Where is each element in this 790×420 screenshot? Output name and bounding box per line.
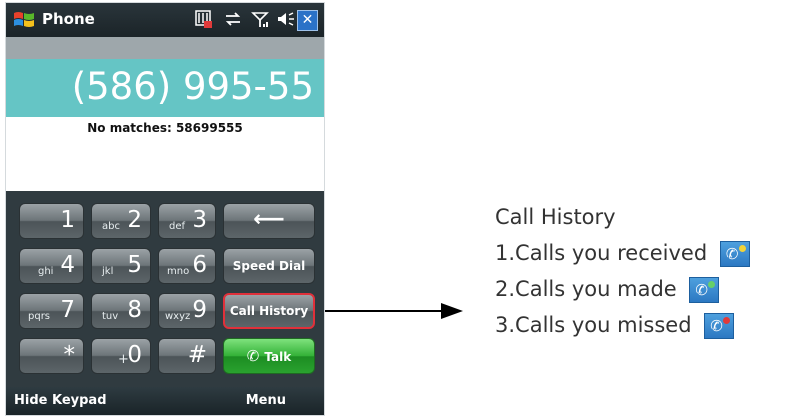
legend-item-missed: 3.Calls you missed ✆ [495,310,750,346]
number-panel: (586) 995-55 [6,59,324,117]
windows-start-icon[interactable] [12,8,36,32]
hide-keypad-softkey[interactable]: Hide Keypad [14,393,107,408]
app-title: Phone [42,10,95,28]
call-history-legend: Call History 1.Calls you received ✆ 2.Ca… [495,202,750,346]
legend-item-label: 1.Calls you received [495,241,708,265]
legend-item-made: 2.Calls you made ✆ [495,274,750,310]
talk-button[interactable]: ✆ Talk [223,338,315,374]
callout-arrow-head [441,303,463,319]
key-star[interactable]: * [19,338,84,374]
key-4[interactable]: ghi 4 [19,248,84,284]
key-hash[interactable]: # [158,338,216,374]
menu-softkey[interactable]: Menu [246,393,286,408]
missed-call-icon: ✆ [704,313,735,339]
phone-handset-icon: ✆ [246,347,260,365]
received-call-icon: ✆ [719,241,750,267]
sync-arrows-icon[interactable] [222,9,244,31]
made-call-icon: ✆ [689,277,720,303]
legend-item-label: 3.Calls you missed [495,313,692,337]
title-bar: Phone ✕ [6,3,324,37]
legend-item-label: 2.Calls you made [495,277,677,301]
matches-text: No matches: 58699555 [87,121,243,135]
key-5[interactable]: jkl 5 [91,248,151,284]
key-6[interactable]: mno 6 [158,248,216,284]
key-9[interactable]: wxyz 9 [158,293,216,329]
speed-dial-button[interactable]: Speed Dial [223,248,315,284]
dialed-number: (586) 995-55 [71,65,314,108]
legend-item-received: 1.Calls you received ✆ [495,238,750,274]
key-0[interactable]: + 0 [91,338,151,374]
softkey-bar: Hide Keypad Menu [6,387,324,415]
speaker-icon[interactable] [274,9,296,31]
key-2[interactable]: abc 2 [91,203,151,239]
call-history-button[interactable]: Call History [223,293,315,329]
key-7[interactable]: pqrs 7 [19,293,84,329]
signal-icon[interactable] [249,9,271,31]
key-3[interactable]: def 3 [158,203,216,239]
callout-arrow-line [325,310,443,312]
sim-icon[interactable] [193,9,215,31]
legend-heading: Call History [495,205,616,229]
talk-label: Talk [264,350,292,364]
phone-screen: Phone ✕ (586) 995-55 No matches: 5869955… [5,2,325,416]
key-8[interactable]: tuv 8 [91,293,151,329]
close-button[interactable]: ✕ [297,10,318,31]
backspace-button[interactable]: ⟵ [223,203,315,239]
key-1[interactable]: 1 [19,203,84,239]
keypad: 1 abc 2 def 3 ⟵ ghi 4 jkl 5 mno 6 Speed … [6,191,324,387]
number-strip [6,37,324,59]
